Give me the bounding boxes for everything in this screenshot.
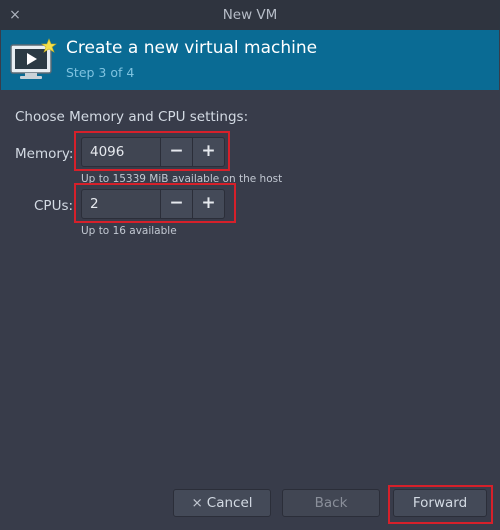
title-bar: × New VM <box>0 0 500 30</box>
new-vm-dialog: × New VM Create a new virtual machine St… <box>0 0 500 530</box>
forward-highlight <box>388 485 493 524</box>
memory-highlight <box>74 131 230 171</box>
header-title: Create a new virtual machine <box>66 38 318 58</box>
cancel-icon: × <box>191 495 203 511</box>
cpus-label: CPUs: <box>34 198 74 214</box>
settings-intro: Choose Memory and CPU settings: <box>15 109 249 125</box>
cancel-label: Cancel <box>206 495 253 511</box>
cpus-highlight <box>74 183 236 223</box>
memory-label: Memory: <box>15 146 74 162</box>
cancel-button[interactable]: × Cancel <box>173 489 271 517</box>
header-banner: Create a new virtual machine Step 3 of 4 <box>1 30 499 90</box>
back-button[interactable]: Back <box>282 489 380 517</box>
header-step: Step 3 of 4 <box>66 65 135 80</box>
virtual-machine-icon <box>10 38 57 79</box>
back-label: Back <box>314 495 348 511</box>
cpus-hint: Up to 16 available <box>81 225 177 237</box>
window-title: New VM <box>222 7 278 23</box>
